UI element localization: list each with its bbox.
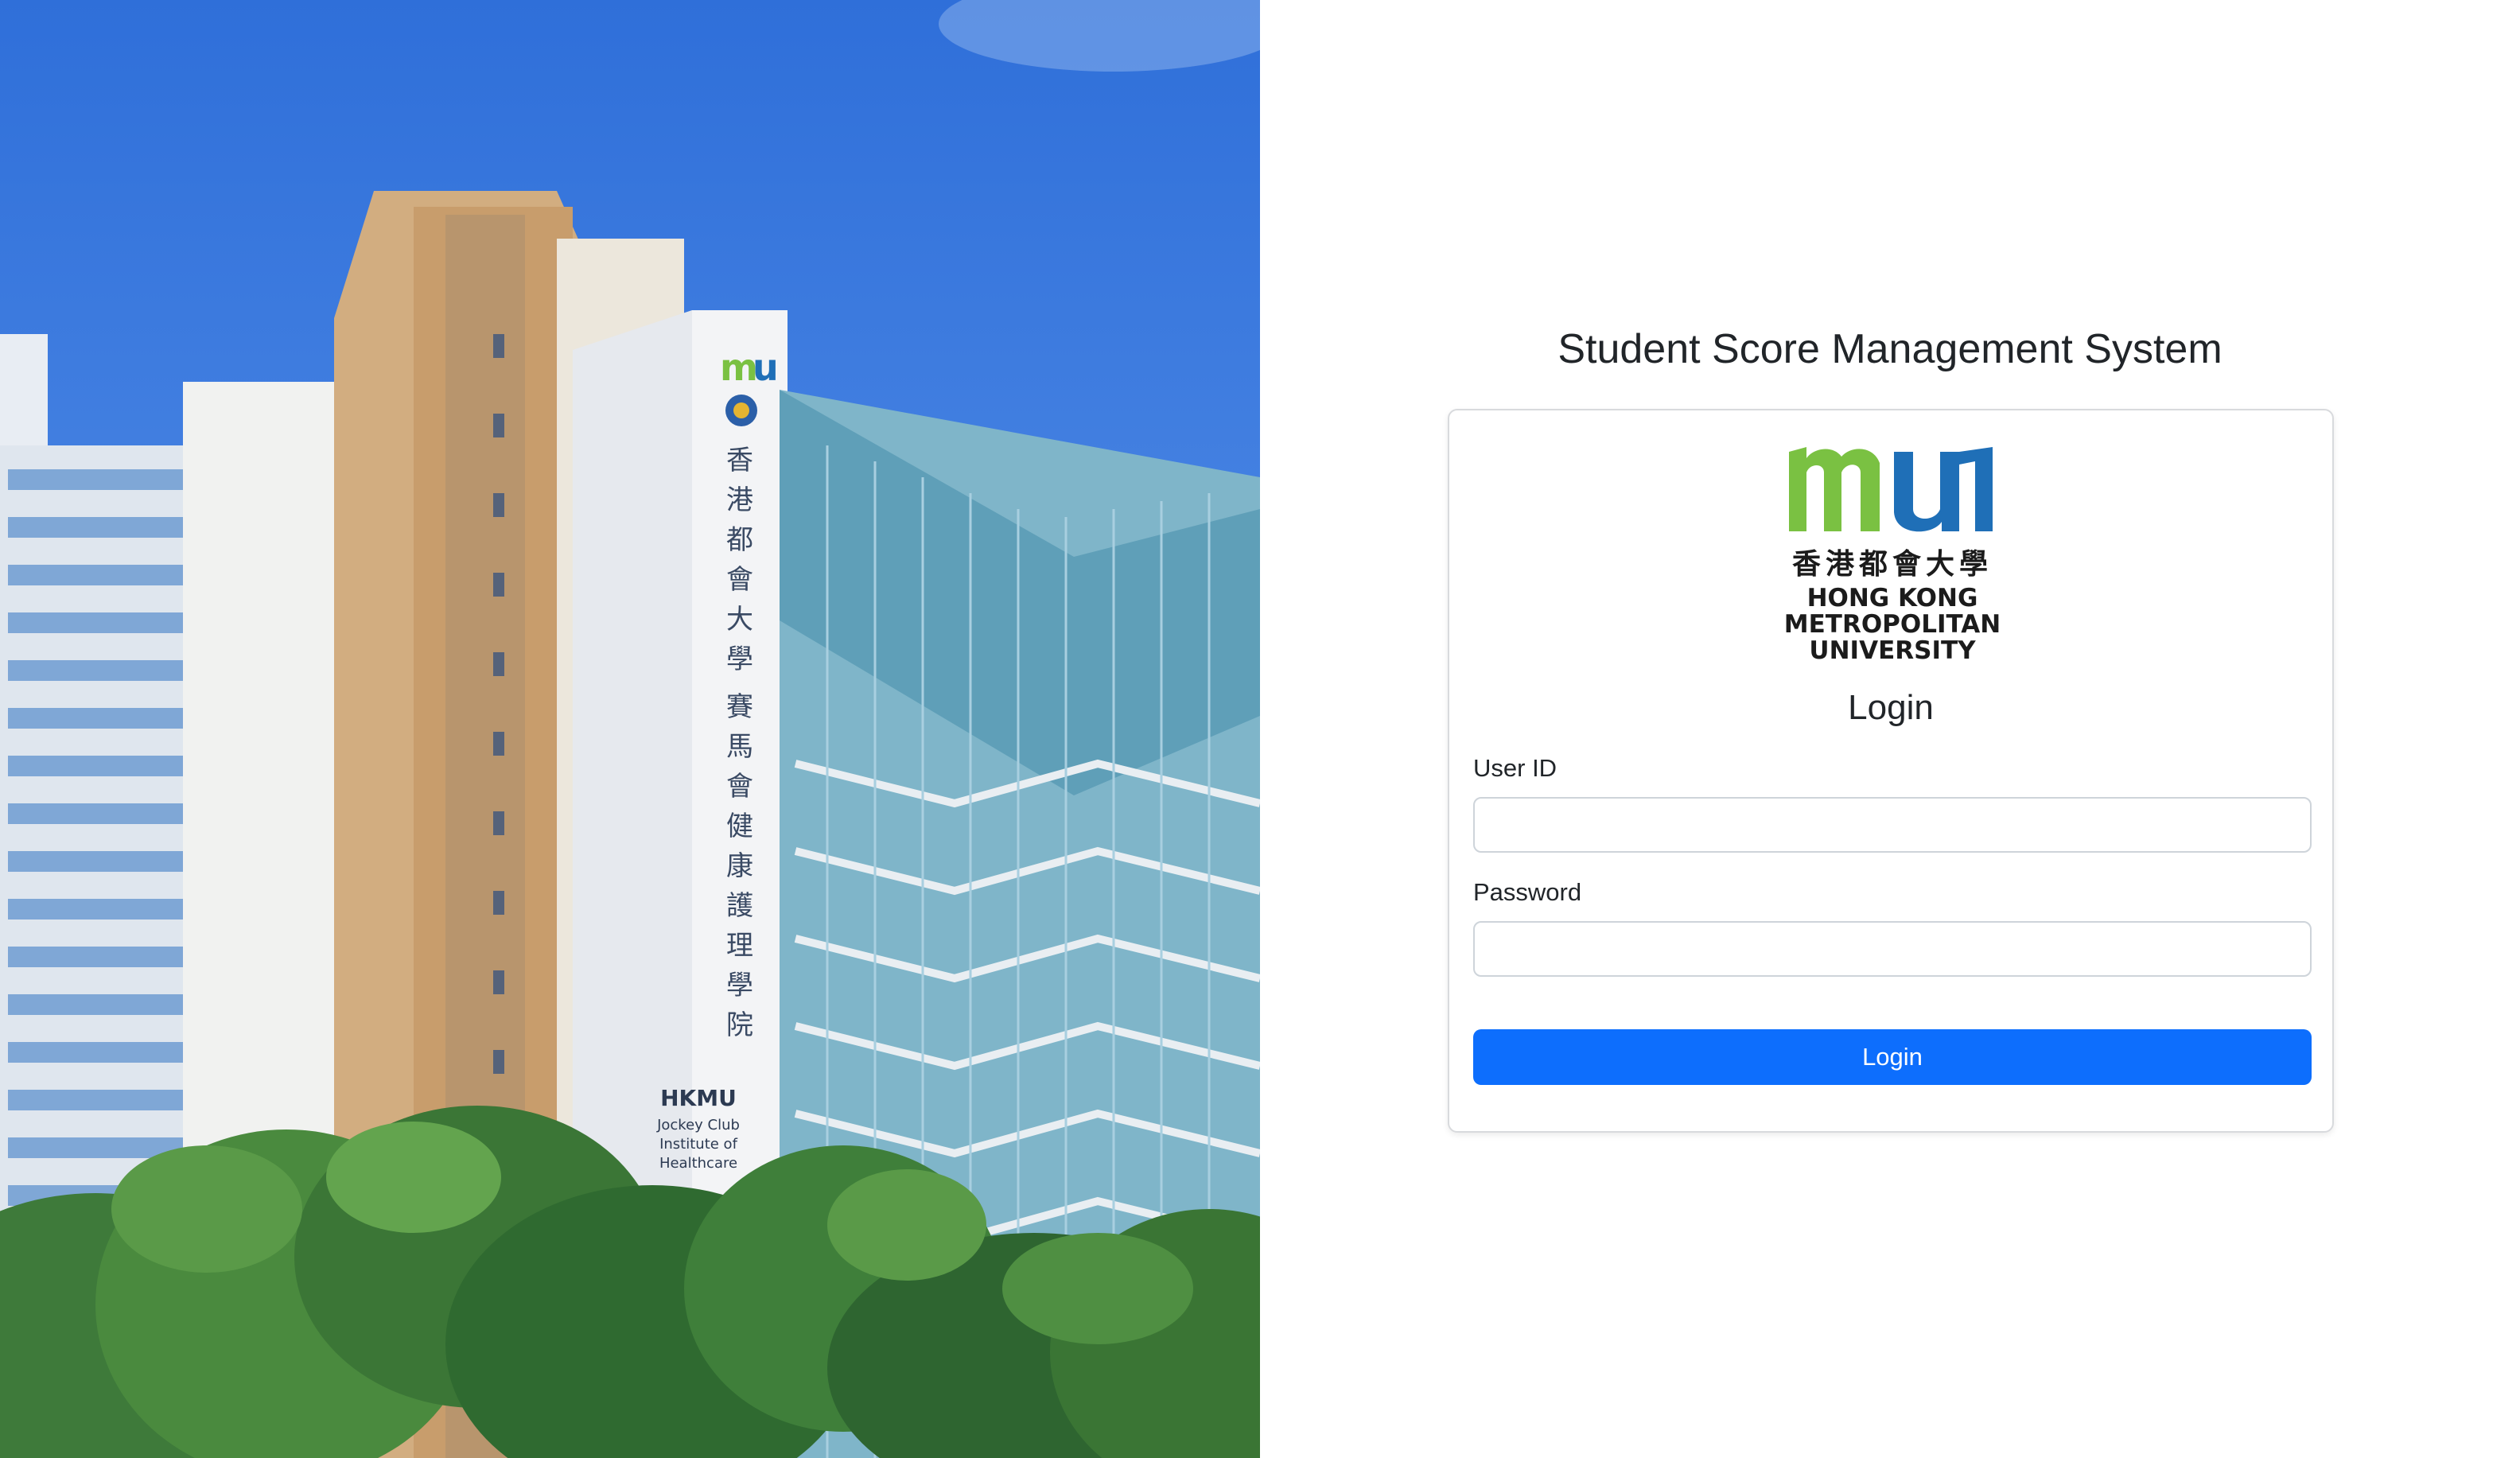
campus-photo: m u 香 港 都 會 大 學 賽 馬 會 健 康 護 理 學 院 HKMU J… bbox=[0, 0, 1260, 1458]
login-heading: Login bbox=[1848, 688, 1934, 727]
logo-english-line: METROPOLITAN bbox=[1783, 610, 2001, 639]
svg-text:Jockey Club: Jockey Club bbox=[656, 1117, 740, 1133]
svg-text:大: 大 bbox=[726, 604, 753, 636]
svg-text:會: 會 bbox=[726, 564, 753, 596]
svg-text:港: 港 bbox=[726, 484, 753, 516]
hkmu-logo-mark bbox=[1789, 447, 1993, 532]
svg-text:學: 學 bbox=[726, 970, 753, 1001]
campus-building-illustration: m u 香 港 都 會 大 學 賽 馬 會 健 康 護 理 學 院 HKMU J… bbox=[0, 0, 1260, 1458]
logo-english-line: HONG KONG bbox=[1806, 584, 1978, 612]
page-title: Student Score Management System bbox=[1558, 326, 2222, 372]
svg-text:都: 都 bbox=[726, 524, 753, 556]
user-id-input[interactable] bbox=[1473, 797, 2312, 853]
svg-text:護: 護 bbox=[726, 890, 753, 922]
login-page: m u 香 港 都 會 大 學 賽 馬 會 健 康 護 理 學 院 HKMU J… bbox=[0, 0, 2520, 1458]
svg-text:u: u bbox=[752, 346, 779, 389]
svg-text:Institute of: Institute of bbox=[659, 1136, 737, 1153]
svg-text:馬: 馬 bbox=[726, 731, 753, 763]
svg-text:院: 院 bbox=[726, 1009, 753, 1041]
login-card: 香港都會大學 HONG KONG METROPOLITAN UNIVERSITY… bbox=[1448, 409, 2334, 1133]
svg-text:健: 健 bbox=[726, 811, 753, 842]
logo-english-name: HONG KONG METROPOLITAN UNIVERSITY bbox=[1781, 585, 2004, 664]
svg-text:康: 康 bbox=[726, 850, 753, 882]
login-panel: Student Score Management System 香港都會大學 H… bbox=[1260, 0, 2520, 1458]
building-sign-chinese: 香 港 都 會 大 學 賽 馬 會 健 康 護 理 學 院 bbox=[726, 445, 753, 1041]
svg-text:會: 會 bbox=[726, 771, 753, 803]
password-input[interactable] bbox=[1473, 921, 2312, 977]
password-label: Password bbox=[1473, 878, 1582, 906]
svg-text:賽: 賽 bbox=[726, 691, 753, 723]
svg-text:HKMU: HKMU bbox=[660, 1085, 737, 1111]
logo-english-line: UNIVERSITY bbox=[1809, 636, 1976, 665]
svg-text:理: 理 bbox=[726, 930, 753, 962]
login-button[interactable]: Login bbox=[1473, 1029, 2312, 1085]
svg-text:香: 香 bbox=[726, 445, 753, 476]
user-id-label: User ID bbox=[1473, 754, 1558, 782]
university-logo: 香港都會大學 HONG KONG METROPOLITAN UNIVERSITY bbox=[1781, 430, 2004, 668]
logo-chinese-name: 香港都會大學 bbox=[1791, 548, 1993, 581]
building-sign-english: HKMU Jockey Club Institute of Healthcare bbox=[656, 1085, 740, 1172]
svg-text:學: 學 bbox=[726, 643, 753, 675]
svg-text:Healthcare: Healthcare bbox=[659, 1155, 737, 1172]
